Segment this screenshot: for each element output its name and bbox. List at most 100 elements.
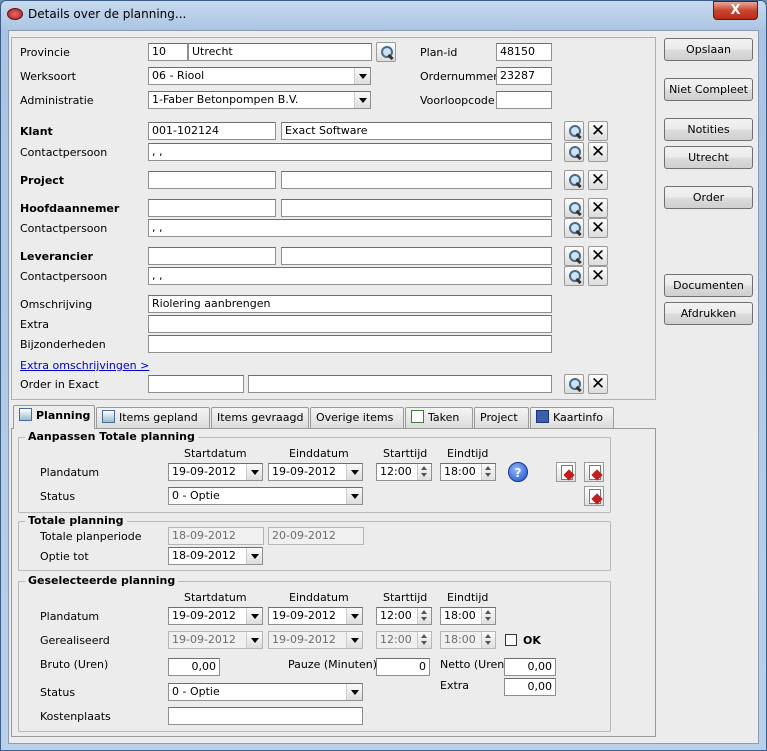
gesel-eindtijd-spinner[interactable]: 18:00 bbox=[440, 607, 496, 625]
gesel-einddatum-picker[interactable]: 19-09-2012 bbox=[268, 607, 363, 625]
gesel-status-select[interactable]: 0 - Optie bbox=[168, 683, 363, 701]
documenten-button[interactable]: Documenten bbox=[664, 274, 753, 297]
hoofdaannemer-clear-icon[interactable]: ✕ bbox=[588, 198, 608, 218]
spinner-arrows-icon[interactable] bbox=[481, 608, 495, 624]
tab-planning[interactable]: Planning bbox=[13, 405, 95, 429]
tab-kaartinfo[interactable]: Kaartinfo bbox=[530, 407, 614, 428]
leverancier-contact-field[interactable]: , , bbox=[148, 267, 552, 285]
hoofdaannemer-contact-search-icon[interactable] bbox=[564, 218, 584, 238]
chevron-down-icon[interactable] bbox=[346, 684, 362, 700]
klant-clear-icon[interactable]: ✕ bbox=[588, 121, 608, 141]
provincie-search-icon[interactable] bbox=[376, 42, 396, 62]
tab-taken[interactable]: Taken bbox=[405, 407, 473, 428]
order-button[interactable]: Order bbox=[664, 186, 753, 209]
project-search-icon[interactable] bbox=[564, 170, 584, 190]
aanpassen-startdatum-picker[interactable]: 19-09-2012 bbox=[168, 463, 263, 481]
tab-items-gevraagd[interactable]: Items gevraagd bbox=[211, 407, 309, 428]
close-button[interactable]: X bbox=[713, 1, 758, 20]
planid-label: Plan-id bbox=[420, 46, 458, 59]
pdf-report-icon[interactable] bbox=[584, 462, 604, 482]
extra-label: Extra bbox=[20, 318, 50, 331]
werksoort-select[interactable]: 06 - Riool bbox=[148, 67, 371, 85]
omschrijving-field[interactable]: Riolering aanbrengen bbox=[148, 295, 552, 313]
aanpassen-einddatum-picker[interactable]: 19-09-2012 bbox=[268, 463, 363, 481]
gerealiseerd-startdatum-value: 19-09-2012 bbox=[172, 633, 236, 646]
leverancier-contact-clear-icon[interactable]: ✕ bbox=[588, 266, 608, 286]
klant-search-icon[interactable] bbox=[564, 121, 584, 141]
chevron-down-icon[interactable] bbox=[246, 464, 262, 480]
chevron-down-icon[interactable] bbox=[354, 92, 370, 108]
gesel-status-label: Status bbox=[40, 686, 76, 699]
bruto-label: Bruto (Uren) bbox=[40, 658, 109, 671]
hoofdaannemer-contact-clear-icon[interactable]: ✕ bbox=[588, 218, 608, 238]
optie-tot-picker[interactable]: 18-09-2012 bbox=[168, 547, 263, 565]
kostenplaats-field[interactable] bbox=[168, 707, 363, 725]
tab-items-gepland[interactable]: Items gepland bbox=[96, 407, 210, 428]
chevron-down-icon[interactable] bbox=[346, 464, 362, 480]
chevron-down-icon[interactable] bbox=[346, 608, 362, 624]
extra-uren-field[interactable]: 0,00 bbox=[504, 678, 556, 696]
pdf-report-icon[interactable] bbox=[556, 462, 576, 482]
voorloopcode-label: Voorloopcode bbox=[420, 94, 495, 107]
spinner-arrows-icon[interactable] bbox=[481, 464, 495, 480]
project-code-field[interactable] bbox=[148, 171, 276, 189]
klant-contact-clear-icon[interactable]: ✕ bbox=[588, 142, 608, 162]
order-exact-search-icon[interactable] bbox=[564, 374, 584, 394]
optie-tot-label: Optie tot bbox=[40, 550, 89, 563]
provincie-name-field[interactable]: Utrecht bbox=[188, 43, 372, 61]
leverancier-contact-search-icon[interactable] bbox=[564, 266, 584, 286]
project-name-field[interactable] bbox=[281, 171, 552, 189]
afdrukken-button[interactable]: Afdrukken bbox=[664, 302, 753, 325]
hoofdaannemer-name-field[interactable] bbox=[281, 199, 552, 217]
extra-omschrijvingen-link[interactable]: Extra omschrijvingen > bbox=[20, 359, 149, 372]
chevron-down-icon[interactable] bbox=[246, 608, 262, 624]
title-bar: Details over de planning... X bbox=[0, 0, 765, 28]
klant-contact-field[interactable]: , , bbox=[148, 143, 552, 161]
opslaan-button[interactable]: Opslaan bbox=[664, 38, 753, 61]
klant-code-field[interactable]: 001-102124 bbox=[148, 122, 276, 140]
pauze-field[interactable]: 0 bbox=[376, 658, 430, 676]
planid-field[interactable]: 48150 bbox=[496, 43, 552, 61]
project-label: Project bbox=[20, 174, 65, 187]
administratie-select[interactable]: 1-Faber Betonpompen B.V. bbox=[148, 91, 371, 109]
project-clear-icon[interactable]: ✕ bbox=[588, 170, 608, 190]
order-exact-code-field[interactable] bbox=[148, 375, 244, 393]
leverancier-search-icon[interactable] bbox=[564, 246, 584, 266]
leverancier-clear-icon[interactable]: ✕ bbox=[588, 246, 608, 266]
help-icon[interactable]: ? bbox=[508, 462, 528, 482]
provincie-code-field[interactable]: 10 bbox=[148, 43, 188, 61]
chevron-down-icon[interactable] bbox=[346, 488, 362, 504]
spinner-arrows-icon[interactable] bbox=[417, 608, 431, 624]
aanpassen-status-select[interactable]: 0 - Optie bbox=[168, 487, 363, 505]
spinner-arrows-icon[interactable] bbox=[417, 464, 431, 480]
netto-field[interactable]: 0,00 bbox=[504, 658, 556, 676]
leverancier-name-field[interactable] bbox=[281, 247, 552, 265]
gesel-startdatum-picker[interactable]: 19-09-2012 bbox=[168, 607, 263, 625]
chevron-down-icon[interactable] bbox=[246, 548, 262, 564]
leverancier-code-field[interactable] bbox=[148, 247, 276, 265]
gerealiseerd-einddatum-picker: 19-09-2012 bbox=[268, 631, 363, 649]
aanpassen-eindtijd-spinner[interactable]: 18:00 bbox=[440, 463, 496, 481]
notities-button[interactable]: Notities bbox=[664, 118, 753, 141]
aanpassen-starttijd-spinner[interactable]: 12:00 bbox=[376, 463, 432, 481]
order-exact-clear-icon[interactable]: ✕ bbox=[588, 374, 608, 394]
voorloopcode-field[interactable] bbox=[496, 91, 552, 109]
gesel-starttijd-spinner[interactable]: 12:00 bbox=[376, 607, 432, 625]
pdf-report-icon[interactable] bbox=[584, 486, 604, 506]
hoofdaannemer-contact-field[interactable]: , , bbox=[148, 219, 552, 237]
chevron-down-icon[interactable] bbox=[354, 68, 370, 84]
order-exact-name-field[interactable] bbox=[248, 375, 552, 393]
extra-field[interactable] bbox=[148, 315, 552, 333]
utrecht-button[interactable]: Utrecht bbox=[664, 146, 753, 169]
niet-compleet-button[interactable]: Niet Compleet bbox=[664, 78, 753, 101]
hoofdaannemer-search-icon[interactable] bbox=[564, 198, 584, 218]
tab-overige-items[interactable]: Overige items bbox=[310, 407, 404, 428]
ordernummer-field[interactable]: 23287 bbox=[496, 67, 552, 85]
bijzonderheden-field[interactable] bbox=[148, 335, 552, 353]
tab-project[interactable]: Project bbox=[474, 407, 529, 428]
ok-checkbox[interactable] bbox=[505, 634, 517, 646]
hoofdaannemer-code-field[interactable] bbox=[148, 199, 276, 217]
klant-name-field[interactable]: Exact Software bbox=[281, 122, 552, 140]
klant-contact-search-icon[interactable] bbox=[564, 142, 584, 162]
bruto-field[interactable]: 0,00 bbox=[168, 658, 220, 676]
